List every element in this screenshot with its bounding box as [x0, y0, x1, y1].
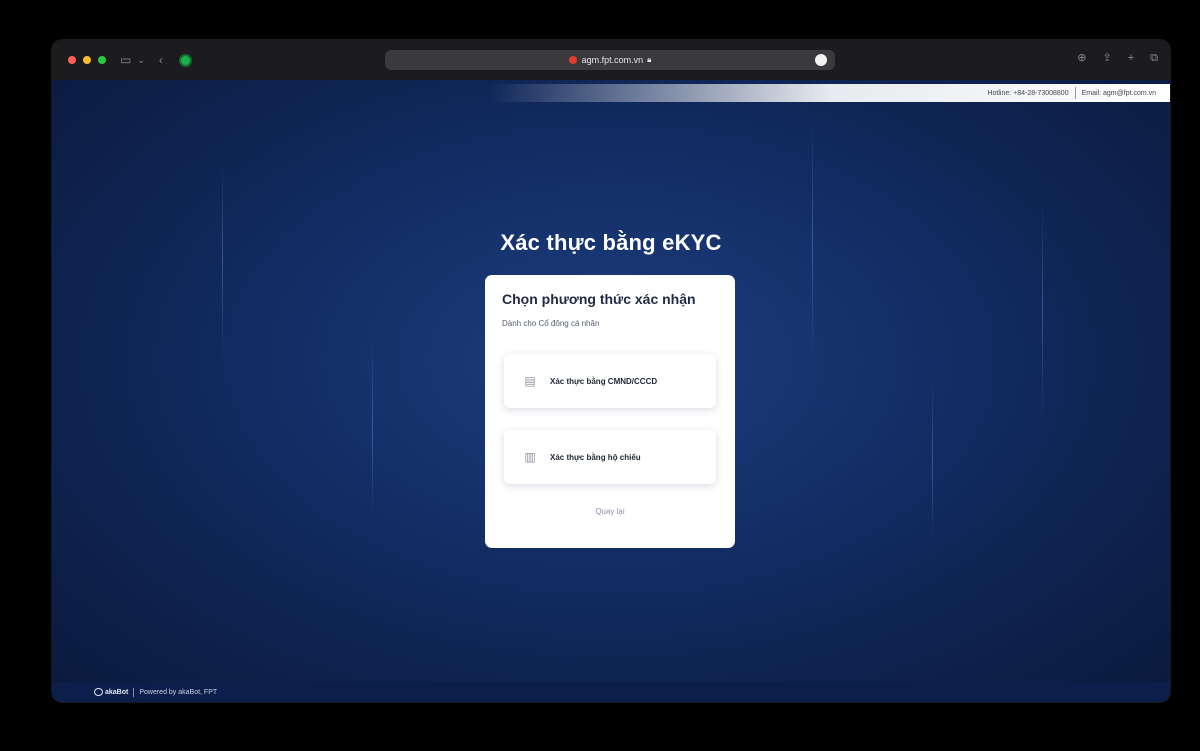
plus-icon[interactable]: +: [1128, 53, 1134, 64]
url-text: agm.fpt.com.vn: [581, 55, 644, 65]
extension-icon[interactable]: [178, 53, 192, 67]
passport-icon: ▥: [524, 450, 536, 464]
page-title: Xác thực bằng eKYC: [500, 230, 722, 255]
card-title: Chọn phương thức xác nhận: [502, 291, 696, 307]
browser-window: ▭ ⌄ ‹ agm.fpt.com.vn 🔒︎ ⊕ ⇪ + ⧉ Hotline:…: [52, 40, 1170, 702]
background-decoration: [222, 160, 223, 360]
zoom-window-button[interactable]: [98, 56, 106, 64]
back-link[interactable]: Quay lại: [485, 507, 735, 516]
site-favicon-icon: [568, 56, 577, 64]
akabot-logo-icon: [94, 688, 103, 696]
email-text: Email: agm@fpt.com.vn: [1081, 89, 1156, 97]
sidebar-icon[interactable]: ▭: [120, 54, 131, 66]
divider: [133, 687, 135, 697]
download-icon[interactable]: ⊕: [1077, 53, 1086, 64]
background-decoration: [372, 340, 373, 520]
toolbar-right: ⊕ ⇪ + ⧉: [1077, 53, 1158, 64]
powered-by-text: Powered by akaBot, FPT: [139, 688, 218, 696]
chevron-down-icon[interactable]: ⌄: [137, 55, 145, 65]
card-subtitle: Dành cho Cổ đông cá nhân: [502, 319, 600, 328]
lock-icon: 🔒︎: [647, 55, 652, 64]
close-window-button[interactable]: [68, 56, 76, 64]
window-controls: [68, 56, 106, 64]
id-card-icon: ▤: [524, 374, 536, 388]
option-label: Xác thực bằng CMND/CCCD: [550, 376, 658, 386]
verify-passport-button[interactable]: ▥ Xác thực bằng hộ chiếu: [504, 430, 716, 484]
background-decoration: [932, 380, 933, 540]
contact-bar: Hotline: +84-28-73008800 Email: agm@fpt.…: [490, 84, 1170, 102]
back-icon[interactable]: ‹: [159, 54, 163, 66]
divider: [1074, 87, 1076, 99]
tabs-icon[interactable]: ⧉: [1150, 53, 1158, 64]
page-viewport: Hotline: +84-28-73008800 Email: agm@fpt.…: [52, 80, 1170, 702]
verification-method-card: Chọn phương thức xác nhận Dành cho Cổ đô…: [485, 275, 735, 548]
option-label: Xác thực bằng hộ chiếu: [550, 452, 641, 462]
page-footer: akaBot Powered by akaBot, FPT: [52, 682, 1170, 702]
address-bar[interactable]: agm.fpt.com.vn 🔒︎: [385, 50, 835, 70]
share-icon[interactable]: ⇪: [1102, 53, 1111, 64]
verify-id-card-button[interactable]: ▤ Xác thực bằng CMND/CCCD: [504, 354, 716, 408]
reader-icon[interactable]: [815, 54, 827, 66]
footer-logo: akaBot: [105, 688, 129, 696]
minimize-window-button[interactable]: [83, 56, 91, 64]
browser-toolbar: ▭ ⌄ ‹ agm.fpt.com.vn 🔒︎ ⊕ ⇪ + ⧉: [52, 40, 1170, 80]
hotline-text: Hotline: +84-28-73008800: [987, 89, 1069, 97]
